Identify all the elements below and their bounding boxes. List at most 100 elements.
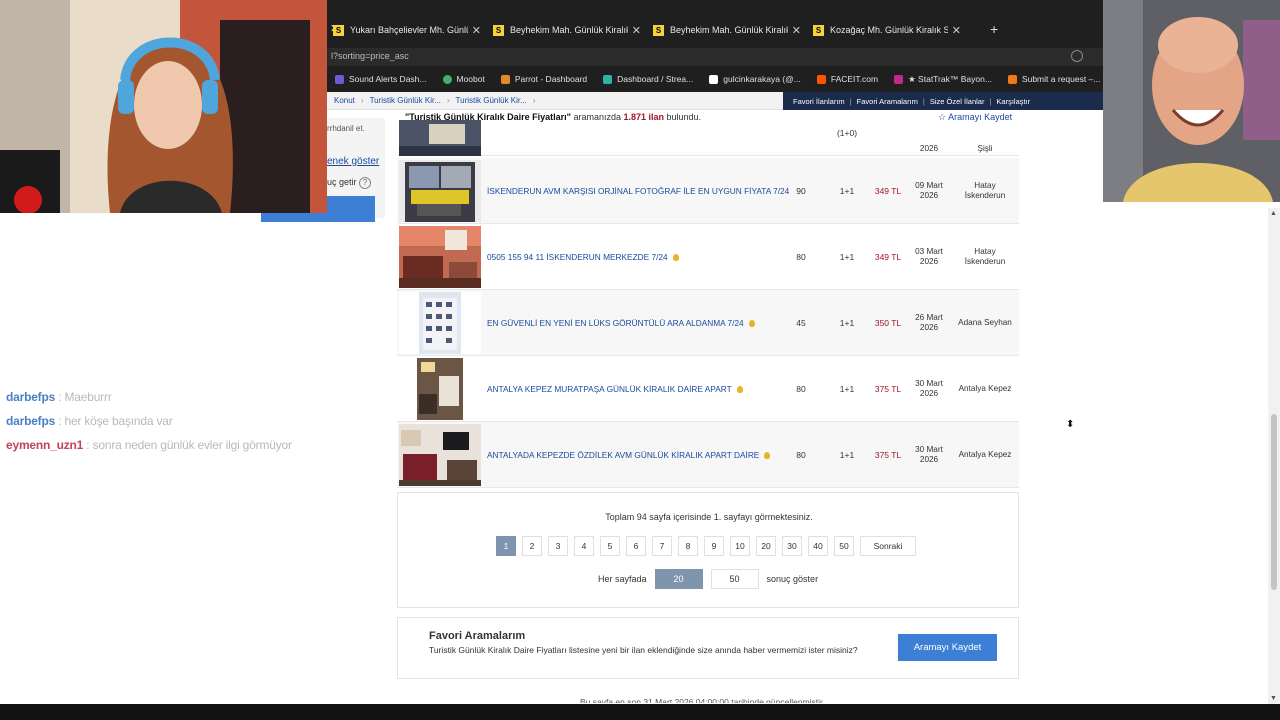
browser-tab[interactable]: S Yukarı Bahçelievler Mh. Günlük Kiralık ✕ <box>327 18 487 42</box>
save-search-button[interactable]: Aramayı Kaydet <box>898 634 997 661</box>
close-icon[interactable]: ✕ <box>952 24 961 37</box>
listing-title-text: ANTALYADA KEPEZDE ÖZDİLEK AVM GÜNLÜK KİR… <box>487 450 760 460</box>
bookmark-item[interactable]: gulcinkarakaya (@... <box>701 70 809 88</box>
bookmark-item[interactable]: Moobot <box>435 70 493 88</box>
chat-text: Maeburrr <box>64 390 112 404</box>
page-button[interactable]: 9 <box>704 536 724 556</box>
bookmark-label: FACEIT.com <box>830 74 879 84</box>
browser-tab[interactable]: S Kozağaç Mh. Günlük Kiralık Stüdyo ✕ <box>807 18 967 42</box>
favorites-title: Favori Aramalarım <box>429 630 526 642</box>
bookmark-item[interactable]: FACEIT.com <box>809 70 886 88</box>
bookmark-label: Moobot <box>456 74 485 84</box>
last-updated-text: Bu sayfa en son 31 Mart 2026 04:00:00 ta… <box>580 697 825 703</box>
bookmark-icon <box>335 74 344 84</box>
listing-thumbnail[interactable] <box>399 424 481 486</box>
page-button[interactable]: 10 <box>730 536 750 556</box>
bookmark-label: ★ StatTrak™ Bayon... <box>908 73 992 84</box>
per-page-label: Her sayfada <box>598 574 647 584</box>
breadcrumb-item[interactable]: Turistik Günlük Kir... <box>370 96 441 105</box>
bookmark-icon <box>1007 74 1017 84</box>
listing-thumbnail[interactable] <box>399 120 481 156</box>
bookmark-item[interactable]: Sound Alerts Dash... <box>327 70 435 88</box>
table-row[interactable]: ANTALYADA KEPEZDE ÖZDİLEK AVM GÜNLÜK KİR… <box>397 422 1019 488</box>
bookmark-item[interactable]: ★ StatTrak™ Bayon... <box>886 70 1000 88</box>
tab-title: Yukarı Bahçelievler Mh. Günlük Kiralık <box>350 25 468 35</box>
listing-title[interactable]: EN GÜVENLİ EN YENİ EN LÜKS GÖRÜNTÜLÜ ARA… <box>487 290 777 356</box>
scrollbar[interactable]: ▲ ▼ <box>1268 208 1280 704</box>
scroll-down-icon[interactable]: ▼ <box>1270 695 1277 702</box>
listing-thumbnail[interactable] <box>399 226 481 288</box>
breadcrumb-item[interactable]: Turistik Günlük Kir... <box>456 96 527 105</box>
screen-bottom-edge <box>0 704 1280 720</box>
listing-date: 09 Mart 2026 <box>915 181 943 200</box>
bookmark-item[interactable]: Dashboard / Strea... <box>595 70 701 88</box>
bookmark-label: Dashboard / Strea... <box>617 74 694 84</box>
new-tab-icon[interactable]: + <box>990 21 998 37</box>
more-options-link[interactable]: enek göster <box>327 156 379 167</box>
table-row[interactable]: 0505 155 94 11 İSKENDERUN MERKEZDE 7/24 … <box>397 224 1019 290</box>
breadcrumb-item[interactable]: Konut <box>334 96 355 105</box>
listing-location: Antalya Kepez <box>958 384 1012 393</box>
sahibinden-favicon-icon: S <box>333 24 344 36</box>
help-icon[interactable]: ? <box>359 177 371 189</box>
page-button[interactable]: 1 <box>496 536 516 556</box>
listing-thumbnail[interactable] <box>399 160 481 222</box>
bookmark-item[interactable]: Submit a request –... <box>1000 70 1108 88</box>
fav-nav-item[interactable]: Favori Aramalarım <box>857 97 918 106</box>
sahibinden-favicon-icon: S <box>653 24 664 36</box>
listing-title[interactable]: ANTALYA KEPEZ MURATPAŞA GÜNLÜK KİRALIK D… <box>487 356 777 422</box>
fav-nav-item[interactable]: Favori İlanlarım <box>793 97 845 106</box>
per-page-suffix: sonuç göster <box>766 574 819 584</box>
table-row[interactable]: ANTALYA KEPEZ MURATPAŞA GÜNLÜK KİRALIK D… <box>397 356 1019 422</box>
page-button[interactable]: 6 <box>626 536 646 556</box>
page-button[interactable]: 5 <box>600 536 620 556</box>
next-page-button[interactable]: Sonraki <box>860 536 916 556</box>
listing-date: 2026 <box>919 144 939 153</box>
table-row[interactable]: EN GÜVENLİ EN YENİ EN LÜKS GÖRÜNTÜLÜ ARA… <box>397 290 1019 356</box>
listing-thumbnail[interactable] <box>399 358 481 420</box>
browser-tab[interactable]: S Beyhekim Mah. Günlük Kiralık Stüdyo ✕ <box>487 18 647 42</box>
listing-title[interactable]: İSKENDERUN AVM KARŞISI ORJİNAL FOTOĞRAF … <box>487 158 789 224</box>
fav-nav-item[interactable]: Size Özel İlanlar <box>930 97 985 106</box>
page-button[interactable]: 20 <box>756 536 776 556</box>
listing-thumbnail[interactable] <box>399 292 481 354</box>
fav-nav-item[interactable]: Karşılaştır <box>996 97 1030 106</box>
listing-date: 26 Mart 2026 <box>915 313 943 332</box>
listing-title[interactable]: 0505 155 94 11 İSKENDERUN MERKEZDE 7/24 <box>487 224 777 290</box>
close-icon[interactable]: ✕ <box>472 24 481 37</box>
bookmark-icon <box>894 74 904 84</box>
chat-message: darbefps : her köşe başında var <box>6 414 173 428</box>
page-button[interactable]: 4 <box>574 536 594 556</box>
nav-separator: | <box>922 96 925 106</box>
listing-location: Adana Seyhan <box>958 318 1012 327</box>
table-row[interactable]: (1+0) 2026 Şişli <box>397 118 1019 156</box>
browser-tab[interactable]: S Beyhekim Mah. Günlük Kiralık 1+1 ✕ <box>647 18 807 42</box>
page-button[interactable]: 7 <box>652 536 672 556</box>
page-button[interactable]: 50 <box>834 536 854 556</box>
close-icon[interactable]: ✕ <box>792 24 801 37</box>
listing-title[interactable]: ANTALYADA KEPEZDE ÖZDİLEK AVM GÜNLÜK KİR… <box>487 422 777 488</box>
page-button[interactable]: 40 <box>808 536 828 556</box>
page-button[interactable]: 30 <box>782 536 802 556</box>
page-button[interactable]: 8 <box>678 536 698 556</box>
listing-rooms: 1+1 <box>839 450 855 460</box>
site-settings-icon[interactable] <box>1071 50 1083 62</box>
sidebar-text: rrhdanil et. <box>327 124 365 133</box>
close-icon[interactable]: ✕ <box>632 24 641 37</box>
page-button[interactable]: 2 <box>522 536 542 556</box>
page-button[interactable]: 3 <box>548 536 568 556</box>
address-bar[interactable]: l?sorting=price_asc <box>327 48 1103 66</box>
scroll-up-icon[interactable]: ▲ <box>1270 210 1277 217</box>
bookmark-item[interactable]: Parrot - Dashboard <box>493 70 595 88</box>
per-page-option[interactable]: 20 <box>654 569 703 589</box>
chat-message: darbefps : Maeburrr <box>6 390 112 404</box>
listing-date: 30 Mart 2026 <box>915 445 943 464</box>
scrollbar-thumb[interactable] <box>1271 414 1277 590</box>
per-page-option[interactable]: 50 <box>710 569 759 589</box>
listing-m2: 90 <box>796 186 806 196</box>
breadcrumb-separator: › <box>446 96 450 105</box>
table-row[interactable]: İSKENDERUN AVM KARŞISI ORJİNAL FOTOĞRAF … <box>397 158 1019 224</box>
listing-m2: 45 <box>796 318 806 328</box>
listing-title-text: İSKENDERUN AVM KARŞISI ORJİNAL FOTOĞRAF … <box>487 186 790 196</box>
pagination: 1 2 3 4 5 6 7 8 9 10 20 30 40 50 Sonraki <box>496 536 916 556</box>
